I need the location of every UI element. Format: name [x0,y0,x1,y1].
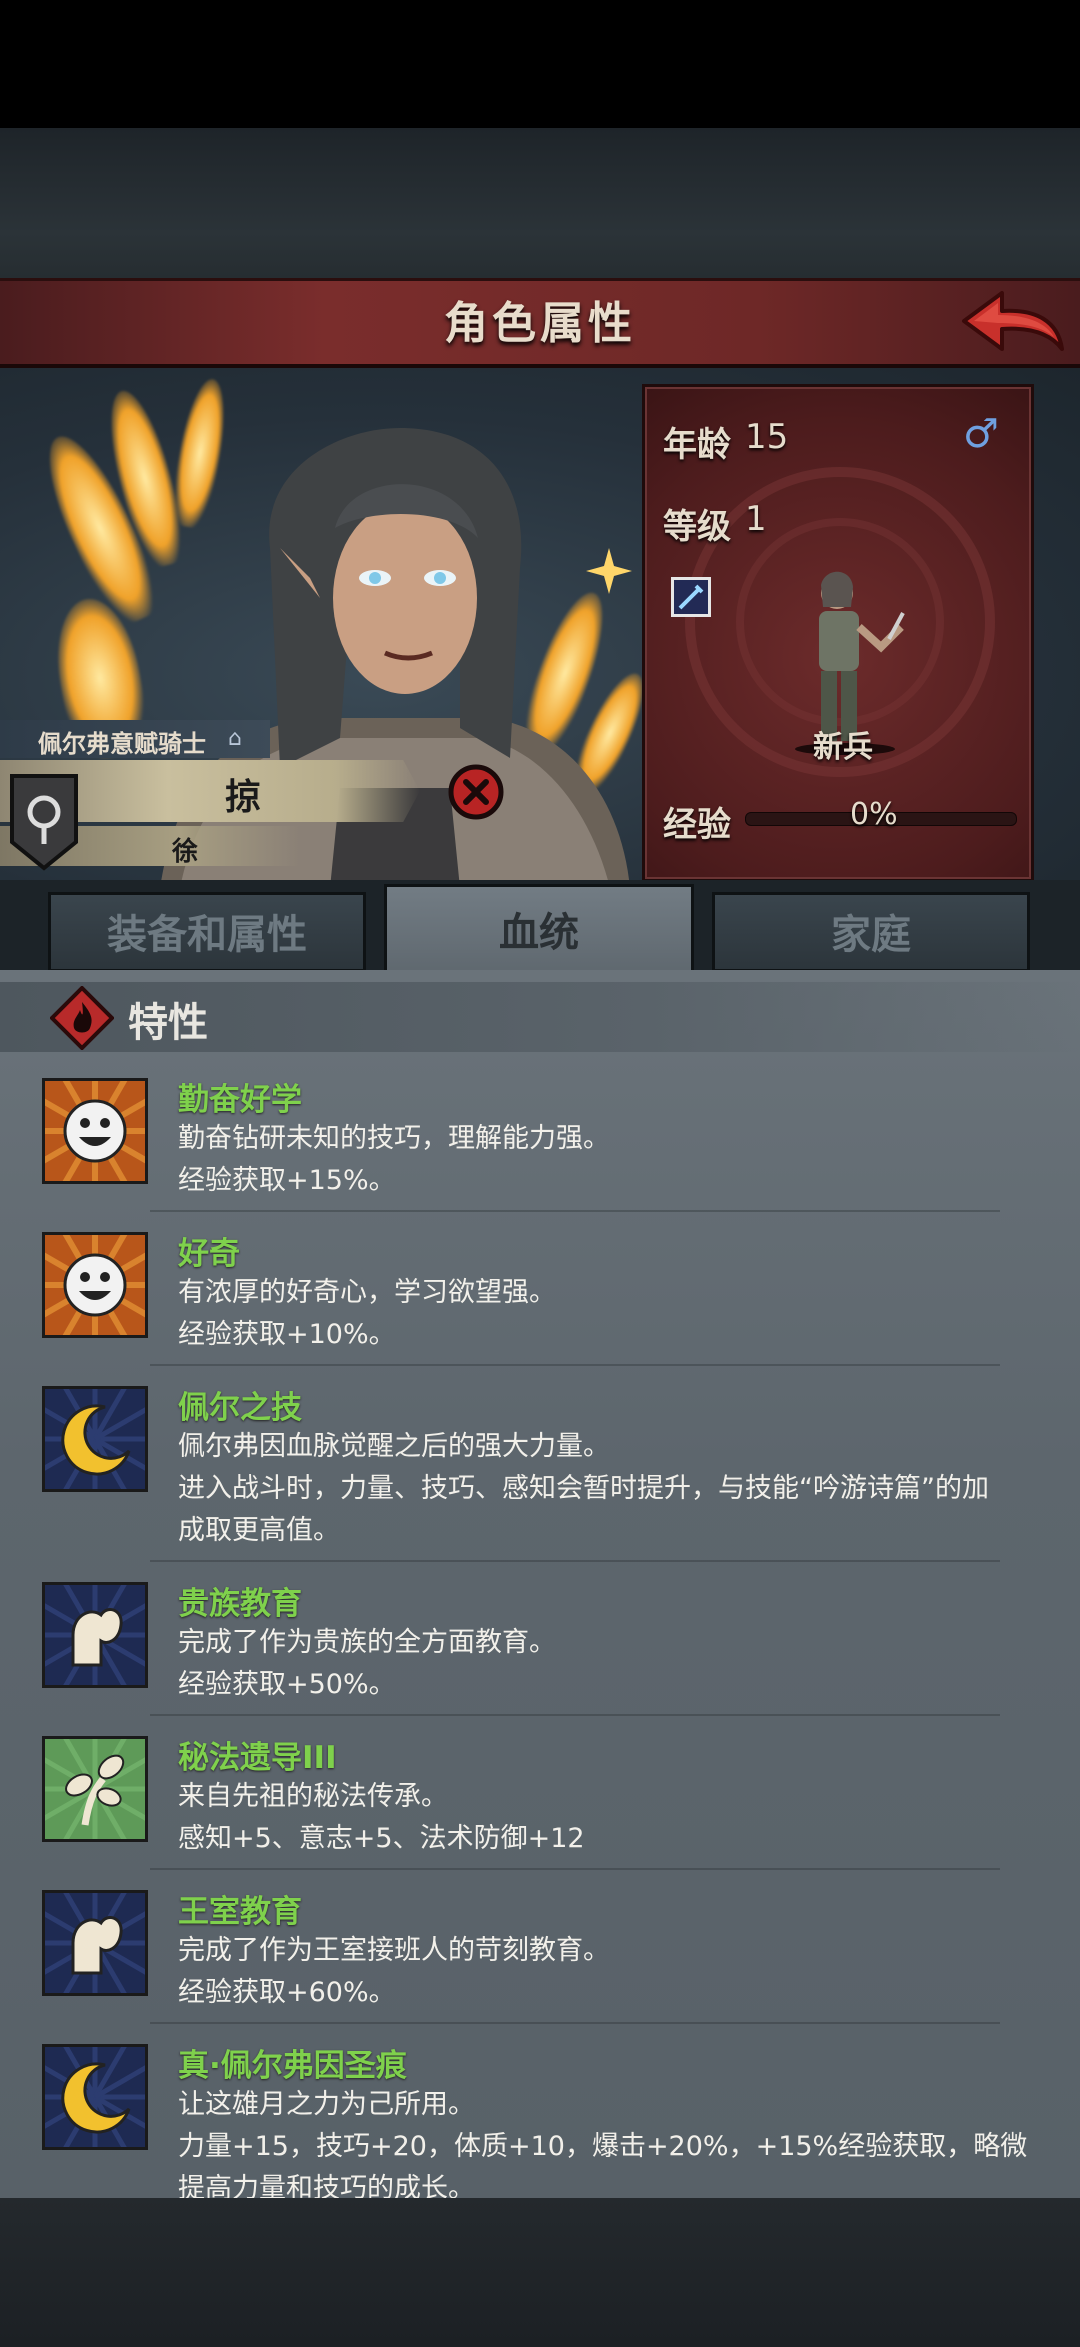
heraldry-shield-icon[interactable] [8,772,80,872]
divider [150,1714,1000,1716]
weapon-skill-icon[interactable] [671,577,711,617]
trait-description-line: 经验获取+60%。 [178,1977,396,2008]
trait-name: 勤奋好学 [178,1082,302,1118]
divider [150,1560,1000,1562]
age-value: 15 [745,417,789,457]
trait-description-line: 感知+5、意志+5、法术防御+12 [178,1823,585,1854]
character-stats-card: 年龄 15 ♂ 等级 1 新兵 经验 0% [642,384,1034,882]
trait-row[interactable]: 王室教育完成了作为王室接班人的苛刻教育。 经验获取+60%。 [0,1873,1080,2028]
age-label: 年龄 [663,425,731,465]
divider [150,1210,1000,1212]
back-button[interactable] [958,287,1068,359]
arm-icon [25,1873,165,2013]
trait-row[interactable]: 真·佩尔弗因圣痕让这雄月之力为己所用。力量+15，技巧+20，体质+10，爆击+… [0,2027,1080,2198]
trait-description-line: 力量+15，技巧+20，体质+10，爆击+20%，+15%经验获取，略微 [178,2131,1028,2162]
tab-label: 血统 [499,910,579,956]
trait-description-line: 来自先祖的秘法传承。 [178,1781,448,1812]
divider [150,1364,1000,1366]
exp-percent: 0% [850,797,898,832]
tab-label: 家庭 [831,912,911,958]
tab-bloodline[interactable]: 血统 [384,884,694,976]
trait-description-line: 成取更高值。 [178,1515,340,1546]
trait-name: 佩尔之技 [178,1390,302,1426]
trait-row[interactable]: 佩尔之技佩尔弗因血脉觉醒之后的强大力量。进入战斗时，力量、技巧、感知会暂时提升，… [0,1369,1080,1566]
title-bar: 角色属性 [0,278,1080,368]
trait-name: 好奇 [178,1236,240,1272]
exp-label: 经验 [663,805,731,845]
page-title: 角色属性 [444,298,636,349]
trait-description-line: 让这雄月之力为己所用。 [178,2089,475,2120]
trait-row[interactable]: 秘法遗导III 来自先祖的秘法传承。感知+5、意志+5、法术防御+12 [0,1719,1080,1874]
smiley-icon [25,1215,165,1355]
trait-row[interactable]: 好奇有浓厚的好奇心，学习欲望强。 经验获取+10%。 [0,1215,1080,1370]
house-icon: ⌂ [228,726,242,751]
tab-family[interactable]: 家庭 [712,892,1030,972]
trait-name: 贵族教育 [178,1586,302,1622]
status-bar-area [0,0,1080,128]
leaf-icon [25,1719,165,1859]
trait-description-line: 佩尔弗因血脉觉醒之后的强大力量。 [178,1431,610,1462]
trait-row[interactable]: 勤奋好学勤奋钻研未知的技巧，理解能力强。 经验获取+15%。 [0,1061,1080,1216]
traits-panel[interactable]: 特性 勤奋好学 勤奋钻研未知的技巧，理解能力强。 经验获取+15%。 好奇 有浓厚的好奇… [0,970,1080,2198]
level-label: 等级 [663,507,731,547]
trait-description-line: 经验获取+50%。 [178,1669,396,1700]
trait-row[interactable]: 贵族教育完成了作为贵族的全方面教育。 经验获取+50%。 [0,1565,1080,1720]
smiley-icon [25,1061,165,1201]
trait-description-line: 经验获取+10%。 [178,1319,396,1350]
title-ribbon: 佩尔弗意赋骑士 ⌂ [0,720,270,758]
back-arrow-icon [962,291,1064,351]
upper-background [0,128,1080,278]
trait-description-line: 完成了作为王室接班人的苛刻教育。 [178,1935,610,1966]
trait-description-line: 进入战斗时，力量、技巧、感知会暂时提升，与技能“吟游诗篇”的加 [178,1473,989,1504]
traits-list: 勤奋好学勤奋钻研未知的技巧，理解能力强。 经验获取+15%。好奇有浓厚的好奇心，学… [0,970,1080,2198]
close-icon[interactable] [448,764,504,820]
class-name: 新兵 [813,730,873,765]
moon-icon [25,2027,165,2167]
tab-equipment-attributes[interactable]: 装备和属性 [48,892,366,972]
trait-name: 真·佩尔弗因圣痕 [178,2048,407,2084]
divider [150,2022,1000,2024]
character-name: 掠 [225,777,262,818]
arm-icon [25,1565,165,1705]
tab-bar: 装备和属性 血统 家庭 [0,880,1080,978]
trait-name: 王室教育 [178,1894,302,1930]
trait-description-line: 有浓厚的好奇心，学习欲望强。 [178,1277,556,1308]
character-surname: 徐 [172,837,199,867]
tab-label: 装备和属性 [107,912,307,958]
bottom-bar [0,2198,1080,2347]
trait-description-line: 完成了作为贵族的全方面教育。 [178,1627,556,1658]
trait-description-line: 提高力量和技巧的成长。 [178,2173,475,2198]
character-title: 佩尔弗意赋骑士 [38,730,206,758]
moon-icon [25,1369,165,1509]
male-icon: ♂ [963,411,999,457]
level-value: 1 [745,499,767,539]
trait-description-line: 经验获取+15%。 [178,1165,396,1196]
divider [150,1868,1000,1870]
trait-description-line: 勤奋钻研未知的技巧，理解能力强。 [178,1123,610,1154]
trait-name: 秘法遗导III [178,1740,337,1776]
